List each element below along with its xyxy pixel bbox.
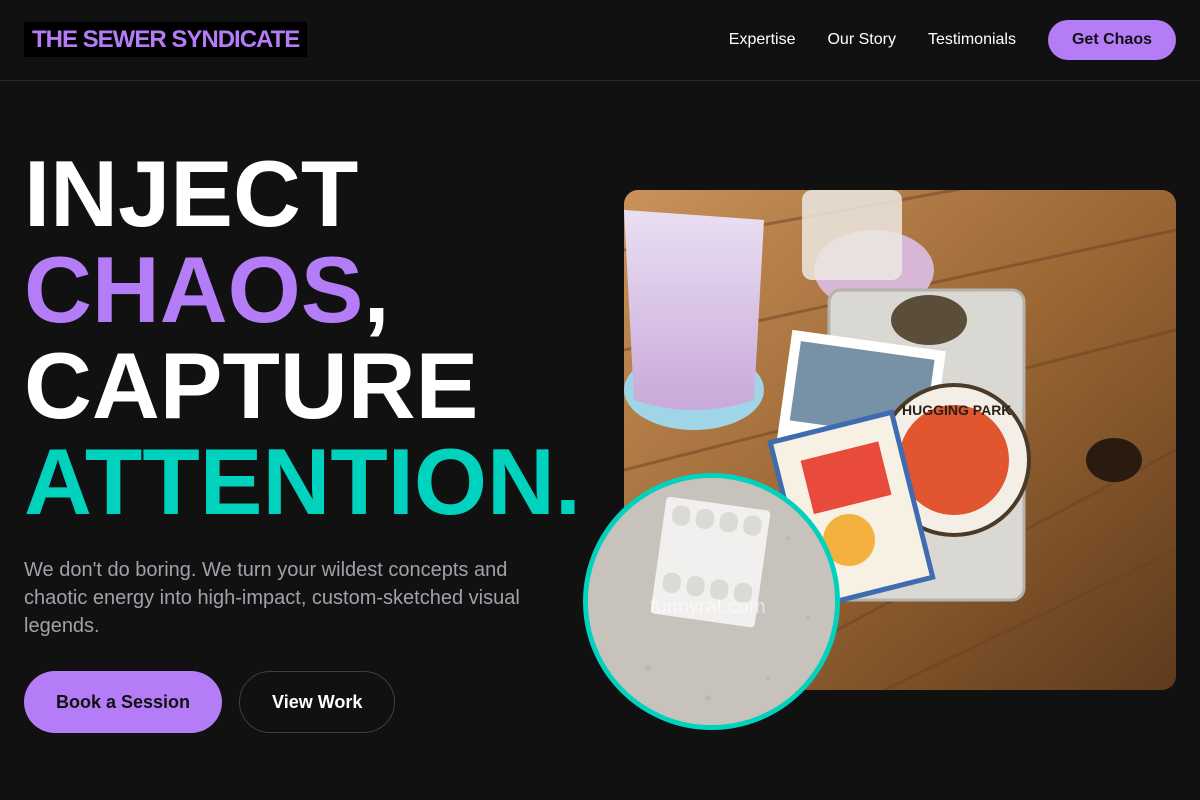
headline-line-capture: CAPTURE (24, 333, 479, 438)
site-header: THE SEWER SYNDICATE Expertise Our Story … (0, 0, 1200, 81)
headline-comma: , (363, 237, 390, 342)
get-chaos-button[interactable]: Get Chaos (1047, 20, 1176, 60)
headline-line-chaos: CHAOS, (24, 242, 581, 338)
headline-line-inject: INJECT (24, 141, 359, 246)
inset-circle-image: funnyrat.com (583, 473, 840, 730)
headline-word-chaos: CHAOS (24, 237, 364, 342)
book-session-button[interactable]: Book a Session (24, 671, 223, 733)
site-logo[interactable]: THE SEWER SYNDICATE (24, 22, 308, 57)
nav-link-testimonials[interactable]: Testimonials (928, 31, 1016, 49)
headline-line-attention: ATTENTION. (24, 429, 581, 534)
nav-link-our-story[interactable]: Our Story (827, 31, 895, 49)
hero-button-row: Book a Session View Work (24, 671, 396, 733)
hero-headline: INJECT CHAOS, CAPTURE ATTENTION. (24, 146, 581, 530)
hero-description: We don't do boring. We turn your wildest… (24, 559, 520, 637)
view-work-button[interactable]: View Work (239, 671, 396, 733)
main-nav: Expertise Our Story Testimonials Get Cha… (729, 20, 1176, 60)
nav-link-expertise[interactable]: Expertise (729, 31, 796, 49)
inset-watermark: funnyrat.com (650, 596, 766, 618)
sticker-label: HUGGING PARK (902, 402, 1011, 418)
